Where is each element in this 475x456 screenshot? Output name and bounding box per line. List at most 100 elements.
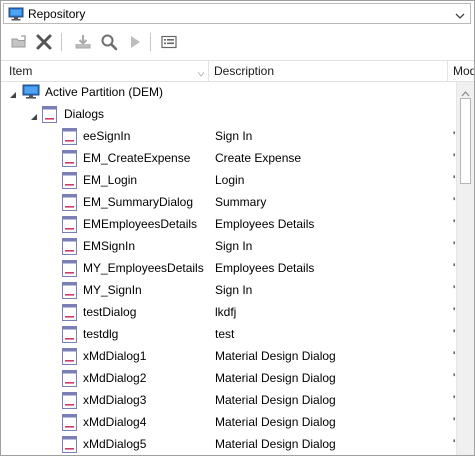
dialog-icon [62,172,77,192]
repository-window: Repository Item Description Mod Active P… [0,0,475,456]
folder-icon[interactable] [9,32,29,52]
tree-item-row[interactable]: EMSignIn Sign In ' [1,236,456,258]
close-icon[interactable] [34,32,54,52]
download-icon[interactable] [73,32,93,52]
sort-icon [197,67,205,81]
toolbar-separator [150,33,151,51]
item-description: lkdfj [215,305,237,319]
tree-item-row[interactable]: EM_CreateExpense Create Expense ' [1,148,456,170]
tree-group-row[interactable]: Dialogs [1,104,456,126]
item-name: EM_Login [83,173,138,187]
item-modified: ' [453,415,456,429]
dialog-icon [62,260,77,280]
column-header: Item Description Mod [1,60,474,82]
item-name: EM_SummaryDialog [83,195,194,209]
tree-item-row[interactable]: EM_SummaryDialog Summary ' [1,192,456,214]
column-modified[interactable]: Mod [453,64,474,78]
tree-root-label: Active Partition (DEM) [45,85,164,99]
item-description: Sign In [215,239,253,253]
item-modified: ' [453,217,456,231]
dialog-icon [62,326,77,346]
expanded-arrow-icon[interactable] [30,110,38,124]
monitor-icon [8,7,24,24]
tree-item-row[interactable]: EMEmployeesDetails Employees Details ' [1,214,456,236]
tree-item-row[interactable]: xMdDialog4 Material Design Dialog ' [1,412,456,434]
toolbar [1,27,474,57]
item-name: EMSignIn [83,239,136,253]
item-name: xMdDialog5 [83,437,147,451]
item-name: xMdDialog2 [83,371,147,385]
tree-root-row[interactable]: Active Partition (DEM) [1,82,456,104]
chevron-down-icon[interactable] [455,9,465,23]
tree-item-row[interactable]: testDialog lkdfj ' [1,302,456,324]
tree-item-row[interactable]: testdlg test ' [1,324,456,346]
tree-item-row[interactable]: xMdDialog5 Material Design Dialog ' [1,434,456,455]
item-name: MY_SignIn [83,283,142,297]
monitor-icon [22,84,40,103]
dialog-icon [62,348,77,368]
item-modified: ' [453,129,456,143]
tree-item-row[interactable]: xMdDialog2 Material Design Dialog ' [1,368,456,390]
dialog-icon [62,414,77,434]
dialog-icon [62,150,77,170]
tree-item-row[interactable]: EM_Login Login ' [1,170,456,192]
column-divider[interactable] [208,61,209,82]
column-divider[interactable] [447,61,448,82]
dialog-icon [42,106,57,126]
item-name: xMdDialog3 [83,393,147,407]
item-name: EM_CreateExpense [83,151,191,165]
repository-selector[interactable]: Repository [3,3,471,24]
tree-item-row[interactable]: xMdDialog1 Material Design Dialog ' [1,346,456,368]
item-description: Material Design Dialog [215,415,336,429]
dialog-icon [62,128,77,148]
dialog-icon [62,392,77,412]
toolbar-separator [61,33,62,51]
scrollbar-thumb[interactable] [460,98,471,184]
item-modified: ' [453,437,456,451]
dialog-icon [62,282,77,302]
item-modified: ' [453,349,456,363]
item-modified: ' [453,305,456,319]
play-icon[interactable] [125,32,145,52]
window-title: Repository [28,7,86,21]
item-description: Employees Details [215,217,315,231]
item-description: Summary [215,195,267,209]
item-modified: ' [453,261,456,275]
item-modified: ' [453,283,456,297]
item-description: Create Expense [215,151,302,165]
item-modified: ' [453,151,456,165]
column-item[interactable]: Item [9,64,32,78]
expanded-arrow-icon[interactable] [9,88,17,102]
tree-item-row[interactable]: eeSignIn Sign In ' [1,126,456,148]
item-modified: ' [453,195,456,209]
item-name: xMdDialog1 [83,349,147,363]
vertical-scrollbar[interactable] [456,82,474,455]
search-icon[interactable] [99,32,119,52]
dialog-icon [62,370,77,390]
tree-item-row[interactable]: MY_EmployeesDetails Employees Details ' [1,258,456,280]
item-modified: ' [453,393,456,407]
tree-group-label: Dialogs [64,107,105,121]
dialog-icon [62,436,77,455]
item-name: eeSignIn [83,129,131,143]
dialog-icon [62,216,77,236]
repository-tree: Active Partition (DEM) Dialogs eeSignIn S… [1,82,456,455]
item-description: Sign In [215,283,253,297]
tree-item-row[interactable]: MY_SignIn Sign In ' [1,280,456,302]
properties-icon[interactable] [159,32,179,52]
column-description[interactable]: Description [214,64,274,78]
item-description: Employees Details [215,261,315,275]
dialog-icon [62,304,77,324]
item-description: test [215,327,235,341]
dialog-icon [62,194,77,214]
item-name: EMEmployeesDetails [83,217,198,231]
item-name: testDialog [83,305,137,319]
tree-item-row[interactable]: xMdDialog3 Material Design Dialog ' [1,390,456,412]
item-modified: ' [453,327,456,341]
item-description: Material Design Dialog [215,349,336,363]
item-name: xMdDialog4 [83,415,147,429]
item-modified: ' [453,173,456,187]
item-description: Sign In [215,129,253,143]
item-description: Material Design Dialog [215,437,336,451]
item-modified: ' [453,239,456,253]
